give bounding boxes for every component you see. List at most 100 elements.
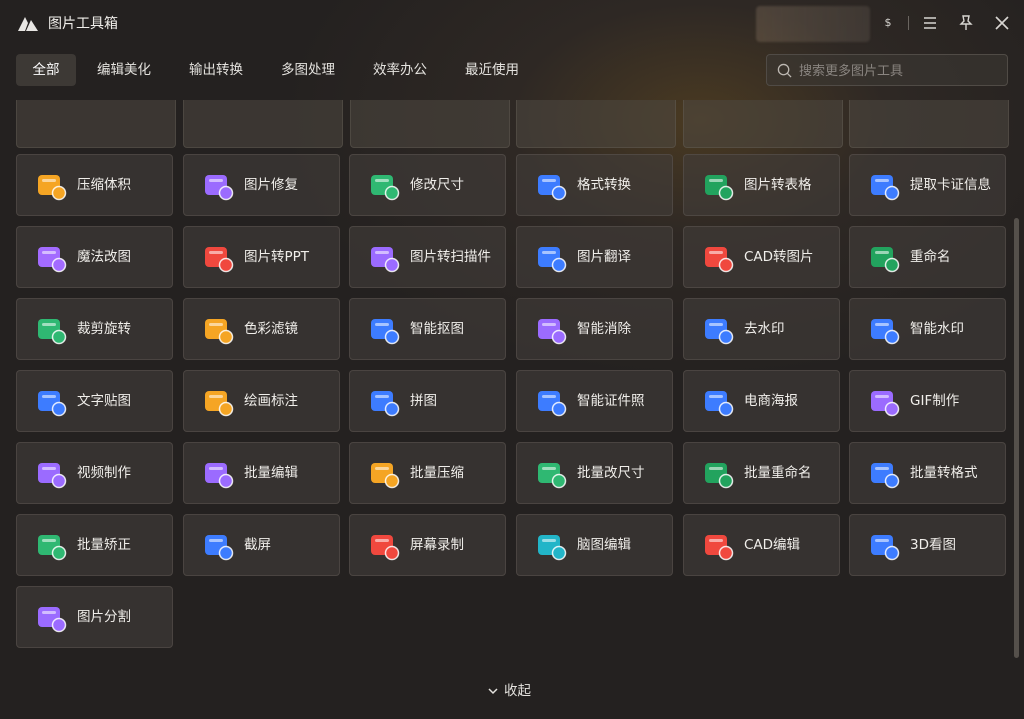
tool-card[interactable]: 重命名 bbox=[849, 226, 1006, 288]
pin-icon[interactable] bbox=[957, 14, 975, 32]
tool-card[interactable]: 脑图编辑 bbox=[516, 514, 673, 576]
tool-card[interactable]: CAD编辑 bbox=[683, 514, 840, 576]
tool-card[interactable]: 色彩滤镜 bbox=[183, 298, 340, 360]
tool-card-label: 绘画标注 bbox=[244, 393, 298, 409]
tab-recent[interactable]: 最近使用 bbox=[456, 54, 528, 86]
tool-card[interactable]: 裁剪旋转 bbox=[16, 298, 173, 360]
search-box bbox=[766, 54, 1008, 86]
tool-card-label: 批量转格式 bbox=[910, 465, 978, 481]
magic-edit-icon bbox=[38, 247, 67, 273]
collapse-label: 收起 bbox=[504, 683, 531, 699]
gif-icon bbox=[871, 391, 900, 417]
tool-card[interactable]: 截屏 bbox=[183, 514, 340, 576]
tool-card[interactable]: 图片分割 bbox=[16, 586, 173, 648]
tool-card-label: 批量矫正 bbox=[77, 537, 131, 553]
scrollbar[interactable] bbox=[1014, 218, 1019, 658]
tool-card[interactable]: 去水印 bbox=[683, 298, 840, 360]
tool-card[interactable]: 批量转格式 bbox=[849, 442, 1006, 504]
poster-icon bbox=[705, 391, 734, 417]
tab-office[interactable]: 效率办公 bbox=[364, 54, 436, 86]
batch-convert-icon bbox=[871, 463, 900, 489]
tool-card-label: 智能消除 bbox=[577, 321, 631, 337]
tool-card[interactable]: 图片翻译 bbox=[516, 226, 673, 288]
tab-edit-beautify[interactable]: 编辑美化 bbox=[88, 54, 160, 86]
tool-grid: 压缩体积 图片修复 修改尺寸 格式转换 图片转表格 提取卡证信息魔法改图 图片转PPT 图片转… bbox=[0, 100, 1024, 665]
eraser-icon bbox=[538, 319, 567, 345]
split-icon bbox=[38, 607, 67, 633]
tool-card[interactable]: 批量重命名 bbox=[683, 442, 840, 504]
crop-rotate-icon bbox=[38, 319, 67, 345]
tool-card[interactable]: 图片转PPT bbox=[183, 226, 340, 288]
close-icon[interactable] bbox=[993, 14, 1011, 32]
tool-card-label: 图片转PPT bbox=[244, 249, 310, 265]
tool-card[interactable]: 图片转表格 bbox=[683, 154, 840, 216]
tool-card[interactable]: 图片转扫描件 bbox=[349, 226, 506, 288]
tool-card[interactable]: GIF制作 bbox=[849, 370, 1006, 432]
tool-card[interactable]: 智能抠图 bbox=[349, 298, 506, 360]
tool-card[interactable]: CAD转图片 bbox=[683, 226, 840, 288]
cad-to-image-icon bbox=[705, 247, 734, 273]
tab-all[interactable]: 全部 bbox=[16, 54, 76, 86]
batch-edit-icon bbox=[205, 463, 234, 489]
hd-repair-icon bbox=[205, 175, 234, 201]
tool-card[interactable]: 批量改尺寸 bbox=[516, 442, 673, 504]
batch-compress-icon bbox=[371, 463, 400, 489]
tool-card[interactable]: 视频制作 bbox=[16, 442, 173, 504]
format-convert-icon bbox=[538, 175, 567, 201]
tool-card[interactable]: 批量编辑 bbox=[183, 442, 340, 504]
tool-card-partial[interactable] bbox=[849, 100, 1009, 148]
tool-card-label: 批量改尺寸 bbox=[577, 465, 645, 481]
tool-card-partial[interactable] bbox=[16, 100, 176, 148]
tool-card-label: 脑图编辑 bbox=[577, 537, 631, 553]
app-logo-icon bbox=[18, 17, 38, 31]
tool-card-partial[interactable] bbox=[516, 100, 676, 148]
video-icon bbox=[38, 463, 67, 489]
search-input[interactable] bbox=[797, 60, 1001, 82]
tool-card[interactable]: 智能证件照 bbox=[516, 370, 673, 432]
tool-card-label: 3D看图 bbox=[910, 537, 956, 553]
tool-card[interactable]: 修改尺寸 bbox=[349, 154, 506, 216]
tool-card-label: 格式转换 bbox=[577, 177, 631, 193]
tool-card-label: 智能证件照 bbox=[577, 393, 645, 409]
tool-card[interactable]: 图片修复 bbox=[183, 154, 340, 216]
menu-icon[interactable] bbox=[921, 14, 939, 32]
tool-card[interactable]: 绘画标注 bbox=[183, 370, 340, 432]
tool-card[interactable]: 屏幕录制 bbox=[349, 514, 506, 576]
tool-card[interactable]: 魔法改图 bbox=[16, 226, 173, 288]
tool-card-label: 魔法改图 bbox=[77, 249, 131, 265]
user-account-area[interactable] bbox=[756, 6, 870, 42]
tool-card[interactable]: 电商海报 bbox=[683, 370, 840, 432]
tool-card[interactable]: 压缩体积 bbox=[16, 154, 173, 216]
tool-card[interactable]: 格式转换 bbox=[516, 154, 673, 216]
resize-icon bbox=[371, 175, 400, 201]
rename-icon bbox=[871, 247, 900, 273]
tool-card[interactable]: 智能水印 bbox=[849, 298, 1006, 360]
chevron-down-icon bbox=[488, 688, 498, 695]
tool-card[interactable]: 智能消除 bbox=[516, 298, 673, 360]
add-watermark-icon bbox=[871, 319, 900, 345]
tool-card-partial[interactable] bbox=[683, 100, 843, 148]
tool-card-partial[interactable] bbox=[350, 100, 510, 148]
id-photo-icon bbox=[538, 391, 567, 417]
tool-card[interactable]: 文字贴图 bbox=[16, 370, 173, 432]
tool-card-label: 色彩滤镜 bbox=[244, 321, 298, 337]
tool-card[interactable]: 批量矫正 bbox=[16, 514, 173, 576]
tool-card-label: GIF制作 bbox=[910, 393, 960, 409]
tool-card[interactable]: 3D看图 bbox=[849, 514, 1006, 576]
cad-edit-icon bbox=[705, 535, 734, 561]
tool-card[interactable]: 提取卡证信息 bbox=[849, 154, 1006, 216]
tool-card-label: 批量编辑 bbox=[244, 465, 298, 481]
tool-card-label: 截屏 bbox=[244, 537, 271, 553]
tool-card-label: 提取卡证信息 bbox=[910, 177, 991, 193]
tab-output-convert[interactable]: 输出转换 bbox=[180, 54, 252, 86]
collage-icon bbox=[371, 391, 400, 417]
batch-correct-icon bbox=[38, 535, 67, 561]
tool-card[interactable]: 拼图 bbox=[349, 370, 506, 432]
remove-watermark-icon bbox=[705, 319, 734, 345]
tool-card-partial[interactable] bbox=[183, 100, 343, 148]
tool-card[interactable]: 批量压缩 bbox=[349, 442, 506, 504]
tab-multi-image[interactable]: 多图处理 bbox=[272, 54, 344, 86]
collapse-button[interactable]: 收起 bbox=[488, 680, 531, 702]
compress-icon bbox=[38, 175, 67, 201]
vip-badge[interactable]: $ bbox=[879, 14, 897, 32]
